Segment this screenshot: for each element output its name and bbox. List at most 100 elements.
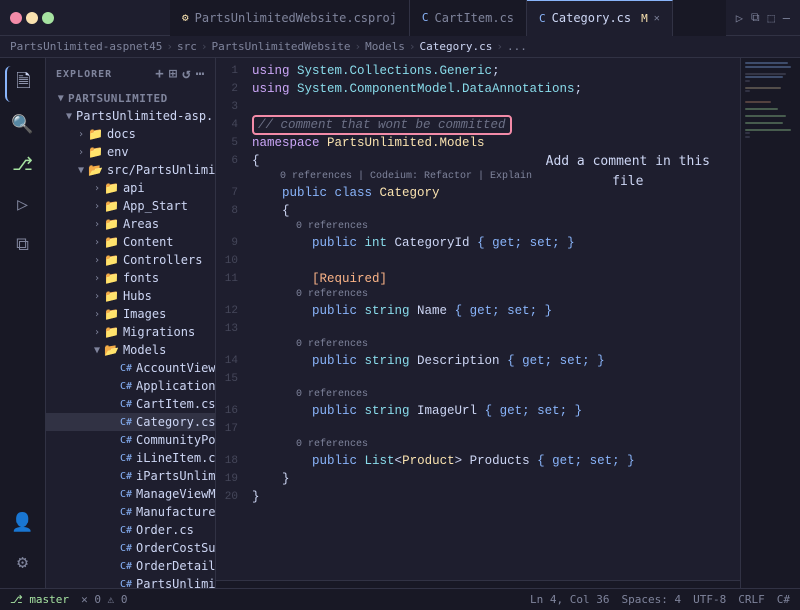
appstart-label: App_Start [123, 199, 188, 213]
env-label: env [107, 145, 129, 159]
extensions-btn[interactable]: ⧉ [5, 226, 41, 262]
cs-icon-accountvm: C# [120, 363, 132, 374]
errors-count[interactable]: ✕ 0 ⚠ 0 [81, 593, 127, 606]
collapse-icon[interactable]: ⋯ [196, 66, 205, 82]
code-line-5: 5 namespace PartsUnlimited.Models [216, 134, 740, 152]
settings-btn[interactable]: ⚙ [5, 544, 41, 580]
sidebar-item-partsunlimitedconte[interactable]: C# PartsUnlimitedConte... [46, 575, 215, 588]
folder-icon-api: 📁 [104, 181, 119, 195]
sidebar-item-src[interactable]: ▼ 📂 src/PartsUnlimite... [46, 161, 215, 179]
sidebar-item-hubs[interactable]: › 📁 Hubs [46, 287, 215, 305]
sidebar-item-appuser[interactable]: C# ApplicationUser.cs [46, 377, 215, 395]
sidebar-item-category[interactable]: C# Category.cs M [46, 413, 215, 431]
code-line-17: 17 [216, 420, 740, 438]
cs-icon-ilineitem: C# [120, 453, 132, 464]
breadcrumb-symbol[interactable]: ... [507, 40, 527, 53]
codelens-imageurl: 0 references [216, 388, 740, 402]
breadcrumb-part-4[interactable]: Models [365, 40, 405, 53]
folder-icon-env: 📁 [88, 145, 103, 159]
codelens-desc: 0 references [216, 338, 740, 352]
language-indicator[interactable]: C# [777, 593, 790, 606]
folder-icon-fonts: 📁 [104, 271, 119, 285]
breadcrumb-part-2[interactable]: src [177, 40, 197, 53]
sidebar-item-manufacturer[interactable]: C# Manufacturer.cs [46, 503, 215, 521]
cs-icon-category: C [539, 12, 546, 25]
code-line-2: 2 using System.ComponentModel.DataAnnota… [216, 80, 740, 98]
spaces-indicator[interactable]: Spaces: 4 [622, 593, 682, 606]
run-icon[interactable]: ▷ [736, 11, 743, 25]
tree-root[interactable]: ▼ PartsUnlimited-asp... [46, 107, 215, 125]
tab-close-button[interactable]: ✕ [654, 13, 660, 24]
sidebar-item-accountviewmodels[interactable]: C# AccountViewModels.cs [46, 359, 215, 377]
minimize-dot[interactable] [26, 12, 38, 24]
sidebar-item-migrations[interactable]: › 📁 Migrations [46, 323, 215, 341]
account-btn[interactable]: 👤 [5, 504, 41, 540]
sidebar-item-cartitem[interactable]: C# CartItem.cs [46, 395, 215, 413]
close-dot[interactable] [10, 12, 22, 24]
api-label: api [123, 181, 145, 195]
folder-icon-content: 📁 [104, 235, 119, 249]
sidebar-item-env[interactable]: › 📁 env [46, 143, 215, 161]
sidebar-item-ilineitem[interactable]: C# iLineItem.cs [46, 449, 215, 467]
sidebar-actions[interactable]: + ⊞ ↺ ⋯ [155, 66, 205, 82]
sidebar-title: EXPLORER [56, 69, 112, 80]
editor-content[interactable]: Add a comment in this file 1 using Syste… [216, 58, 740, 580]
maximize-dot[interactable] [42, 12, 54, 24]
cartitem-label: CartItem.cs [136, 397, 215, 411]
sidebar-item-orderdetail[interactable]: C# OrderDetail.cs [46, 557, 215, 575]
models-label: Models [123, 343, 166, 357]
sidebar-item-controllers[interactable]: › 📁 Controllers [46, 251, 215, 269]
tree-project-root[interactable]: ▼ PARTSUNLIMITED [46, 90, 215, 107]
order-label: Order.cs [136, 523, 194, 537]
sidebar-item-ipartscontente[interactable]: C# iPartsUnlimitedConte... [46, 467, 215, 485]
sidebar-item-communitypost[interactable]: C# CommunityPost.cs [46, 431, 215, 449]
git-branch[interactable]: ⎇ master [10, 593, 69, 606]
breadcrumb-current[interactable]: Category.cs [420, 40, 493, 53]
code-line-20: 20 } [216, 488, 740, 506]
cs-icon-ordercost: C# [120, 543, 132, 554]
git-btn[interactable]: ⎇ [5, 146, 41, 182]
new-file-icon[interactable]: + [155, 66, 164, 82]
minimap [740, 58, 800, 588]
tab-cartitem[interactable]: C CartItem.cs [410, 0, 527, 36]
tab-cartitem-label: CartItem.cs [435, 11, 514, 25]
search-btn[interactable]: 🔍 [5, 106, 41, 142]
explorer-btn[interactable]: 🗎 [5, 66, 41, 102]
sidebar-item-ordercostsummary[interactable]: C# OrderCostSummary.cs [46, 539, 215, 557]
sidebar-item-api[interactable]: › 📁 api [46, 179, 215, 197]
sidebar-item-images[interactable]: › 📁 Images [46, 305, 215, 323]
code-line-18: 18 public List<Product> Products { get; … [216, 452, 740, 470]
line-ending-indicator[interactable]: CRLF [738, 593, 765, 606]
split-editor-icon[interactable]: ⧉ [751, 10, 760, 25]
breadcrumb-part-1[interactable]: PartsUnlimited-aspnet45 [10, 40, 162, 53]
cs-icon-appuser: C# [120, 381, 132, 392]
title-bar-left [0, 12, 170, 24]
codelens-catid: 0 references [216, 220, 740, 234]
tab-csproj[interactable]: ⚙ PartsUnlimitedWebsite.csproj [170, 0, 410, 36]
code-line-11: 11 [Required] [216, 270, 740, 288]
sidebar-item-content[interactable]: › 📁 Content [46, 233, 215, 251]
sidebar-item-fonts[interactable]: › 📁 fonts [46, 269, 215, 287]
minimize-icon[interactable]: — [783, 11, 790, 25]
new-folder-icon[interactable]: ⊞ [169, 66, 178, 82]
sidebar-item-areas[interactable]: › 📁 Areas [46, 215, 215, 233]
sidebar-item-order[interactable]: C# Order.cs [46, 521, 215, 539]
root-label: PartsUnlimited-asp... [76, 109, 215, 123]
sidebar-item-docs[interactable]: › 📁 docs [46, 125, 215, 143]
encoding-indicator[interactable]: UTF-8 [693, 593, 726, 606]
sidebar-item-manageviewmodels[interactable]: C# ManageViewModels.cs [46, 485, 215, 503]
cursor-position[interactable]: Ln 4, Col 36 [530, 593, 609, 606]
code-line-12: 12 public string Name { get; set; } [216, 302, 740, 320]
more-actions-icon[interactable]: ⬚ [768, 11, 775, 25]
tabs-bar: ⚙ PartsUnlimitedWebsite.csproj C CartIte… [170, 0, 726, 36]
refresh-icon[interactable]: ↺ [182, 66, 191, 82]
debug-btn[interactable]: ▷ [5, 186, 41, 222]
cs-icon-community: C# [120, 435, 132, 446]
code-line-10: 10 [216, 252, 740, 270]
tab-category[interactable]: C Category.cs M ✕ [527, 0, 673, 36]
sidebar-item-models[interactable]: ▼ 📂 Models [46, 341, 215, 359]
cs-icon-orderdetail: C# [120, 561, 132, 572]
sidebar-item-appstart[interactable]: › 📁 App_Start [46, 197, 215, 215]
horizontal-scrollbar[interactable] [216, 580, 740, 588]
breadcrumb-part-3[interactable]: PartsUnlimitedWebsite [211, 40, 350, 53]
